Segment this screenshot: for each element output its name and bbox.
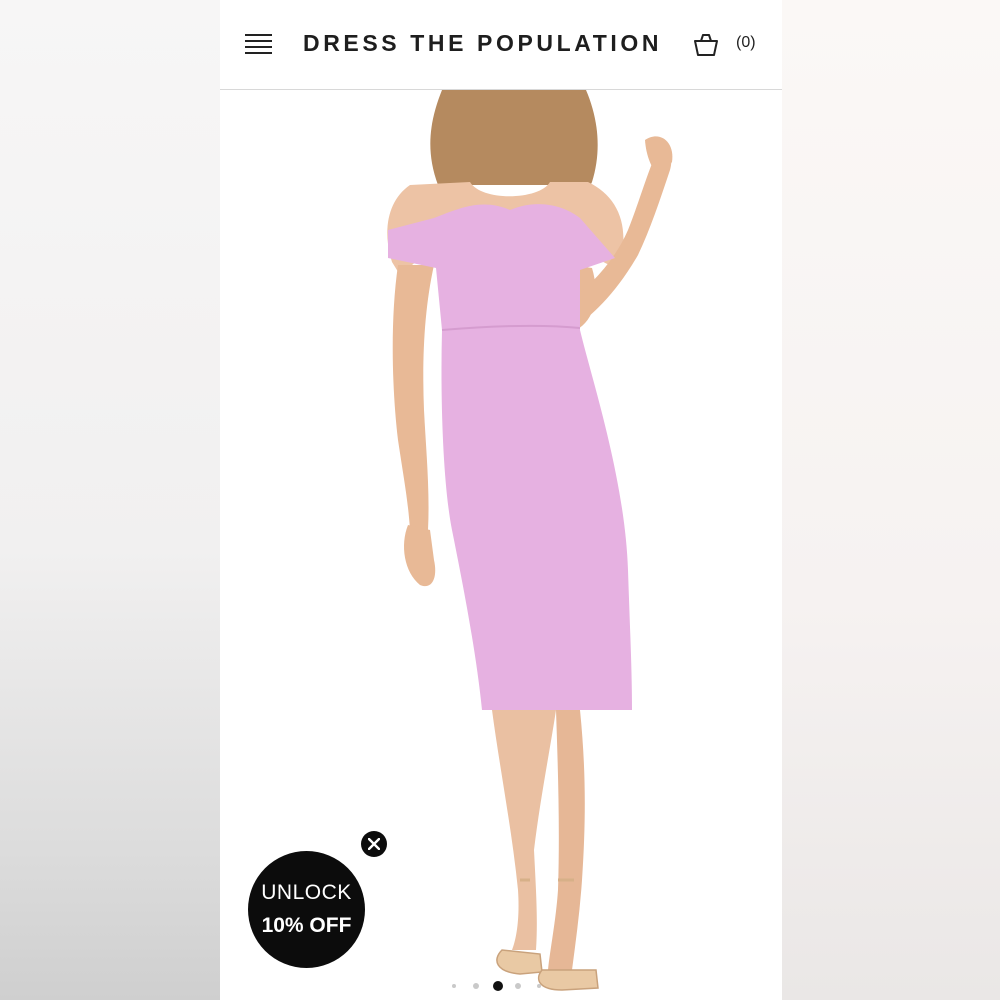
close-icon[interactable] [361, 831, 387, 857]
right-blur-background [782, 0, 1000, 1000]
hamburger-menu-icon[interactable] [245, 34, 272, 55]
carousel-dot[interactable] [452, 984, 456, 988]
carousel-pagination [452, 980, 552, 992]
left-hand [404, 525, 436, 587]
carousel-dot[interactable] [537, 984, 541, 988]
left-heel [496, 949, 543, 975]
carousel-dot[interactable] [515, 983, 521, 989]
promo-line-1: UNLOCK [261, 881, 352, 904]
right-leg [548, 710, 585, 970]
left-arm [392, 265, 434, 530]
unlock-discount-badge[interactable]: UNLOCK 10% OFF [248, 851, 365, 968]
site-header: DRESS THE POPULATION (0) [220, 0, 782, 90]
brand-logo[interactable]: DRESS THE POPULATION [303, 30, 662, 57]
carousel-dot-active[interactable] [493, 981, 503, 991]
carousel-dot[interactable] [473, 983, 479, 989]
promo-line-2: 10% OFF [261, 914, 352, 937]
mobile-page: DRESS THE POPULATION (0) UNLOCK 10% OFF [220, 0, 782, 1000]
left-blur-background [0, 0, 220, 1000]
shopping-basket-icon[interactable] [692, 32, 720, 58]
left-leg [492, 710, 556, 950]
cart-count[interactable]: (0) [736, 34, 756, 52]
